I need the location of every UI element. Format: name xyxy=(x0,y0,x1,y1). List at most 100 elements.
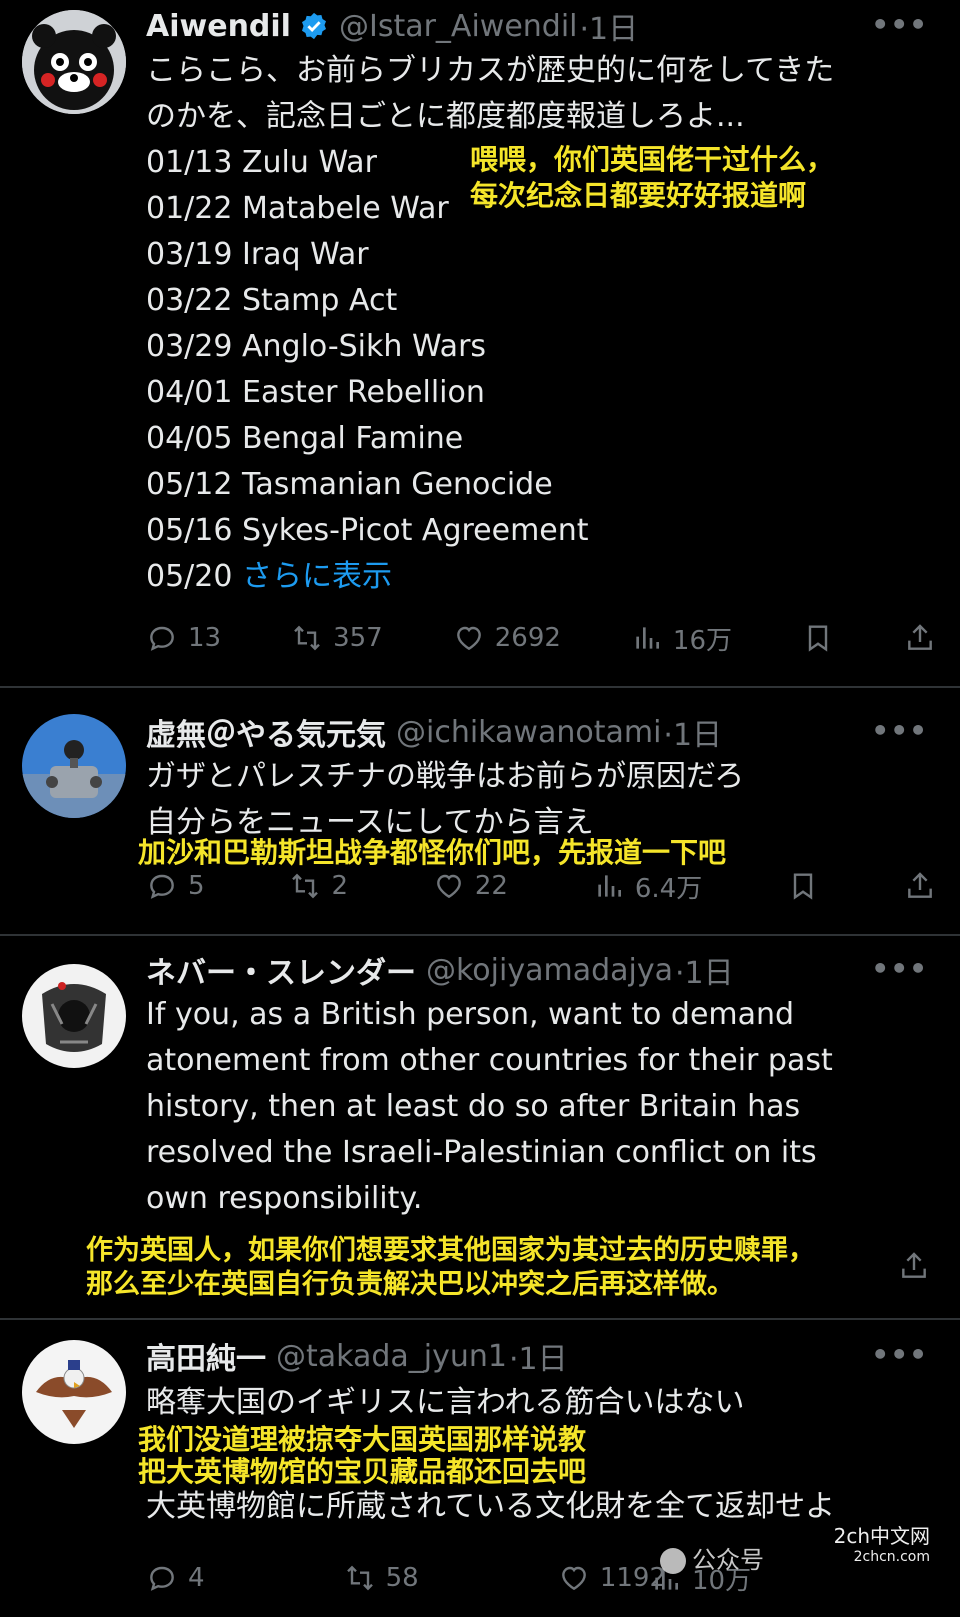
tweet-header: Aiwendil @Istar_Aiwendil ·1日 xyxy=(146,4,638,48)
tweet-body: ガザとパレスチナの戦争はお前らが原因だろ 自分らをニュースにしてから言え xyxy=(146,754,744,846)
body-line: 04/05 Bengal Famine xyxy=(146,421,464,456)
retweet-count: 357 xyxy=(333,623,383,653)
timestamp[interactable]: ·1日 xyxy=(580,4,639,48)
badge-line-1: 2ch中文网 xyxy=(833,1524,930,1548)
retweet-button[interactable]: 357 xyxy=(291,622,383,654)
body-line: atonement from other countries for their… xyxy=(146,1043,833,1078)
avatar-takada-jyun1[interactable] xyxy=(22,1340,126,1444)
share-icon xyxy=(902,1252,926,1278)
retweet-icon xyxy=(292,873,319,899)
badge-line-2: 2chcn.com xyxy=(853,1549,930,1565)
wechat-watermark: 公众号 xyxy=(660,1540,764,1575)
display-name[interactable]: ネバー・スレンダー xyxy=(146,948,416,992)
retweet-button[interactable]: 2 xyxy=(289,870,348,902)
retweet-icon xyxy=(346,1565,373,1591)
action-bar: 13 357 2692 16万 xyxy=(146,616,936,660)
reply-icon xyxy=(150,1566,174,1591)
subtitle-translation: 喂喂，你们英国佬干过什么， 每次纪念日都要好好报道啊 xyxy=(470,142,834,214)
site-watermark-badge: 2ch中文网 2chcn.com xyxy=(780,1520,930,1576)
body-line: 05/12 Tasmanian Genocide xyxy=(146,467,553,502)
retweet-count: 2 xyxy=(331,871,348,901)
timestamp[interactable]: ·1日 xyxy=(675,948,734,992)
more-icon[interactable]: ••• xyxy=(871,714,928,747)
more-icon[interactable]: ••• xyxy=(871,952,928,985)
watermark-text: 公众号 xyxy=(692,1546,764,1574)
retweet-icon xyxy=(294,625,320,651)
views-button[interactable]: 16万 xyxy=(631,620,732,657)
avatar-aiwendil[interactable] xyxy=(22,10,126,114)
handle[interactable]: @Istar_Aiwendil xyxy=(339,9,578,44)
tweet-divider xyxy=(0,1318,960,1320)
reply-count: 4 xyxy=(188,1563,205,1593)
tweet-body-line-2: 大英博物館に所蔵されている文化財を全て返却せよ xyxy=(146,1489,836,1524)
handle[interactable]: @kojiyamadajya xyxy=(426,953,673,988)
body-line: 03/29 Anglo-Sikh Wars xyxy=(146,329,487,364)
timestamp[interactable]: ·1日 xyxy=(509,1334,568,1378)
tweet-body-line-1: 略奪大国のイギリスに言われる筋合いはない xyxy=(146,1385,745,1420)
handle[interactable]: @ichikawanotami xyxy=(396,715,661,750)
body-line: こらこら、お前らブリカスが歴史的に何をしてきた xyxy=(146,53,835,88)
share-button[interactable] xyxy=(898,1250,930,1282)
bookmark-icon xyxy=(793,873,813,900)
more-icon[interactable]: ••• xyxy=(871,1338,928,1371)
tweet-body: If you, as a British person, want to dem… xyxy=(146,992,833,1222)
views-count: 16万 xyxy=(672,625,732,656)
bookmark-icon xyxy=(808,625,828,652)
share-button[interactable] xyxy=(904,870,936,902)
reply-button[interactable]: 5 xyxy=(146,870,205,902)
subtitle-line: 喂喂，你们英国佬干过什么， xyxy=(470,143,835,176)
more-icon[interactable]: ••• xyxy=(871,8,928,41)
tweet-header: 虚無＠やる気元気 @ichikawanotami ·1日 xyxy=(146,710,722,754)
like-icon xyxy=(437,874,461,899)
body-line: 03/22 Stamp Act xyxy=(146,283,398,318)
share-button[interactable] xyxy=(904,622,936,654)
body-line: のかを、記念日ごとに都度都度報道しろよ... xyxy=(146,99,745,134)
body-line: 03/19 Iraq War xyxy=(146,237,369,272)
reply-count: 13 xyxy=(188,623,222,653)
avatar-ichikawanotami[interactable] xyxy=(22,714,126,818)
action-bar: 4 58 1192 xyxy=(146,1556,666,1600)
display-name[interactable]: Aiwendil xyxy=(146,9,291,44)
bookmark-button[interactable] xyxy=(802,622,834,654)
tweet-divider xyxy=(0,686,960,688)
share-icon xyxy=(908,624,932,650)
reply-icon xyxy=(150,874,174,899)
eagle-avatar-image xyxy=(22,1340,126,1444)
tweet-header: ネバー・スレンダー @kojiyamadajya ·1日 xyxy=(146,948,734,992)
kumamon-avatar-image xyxy=(22,10,126,114)
like-icon xyxy=(561,1566,586,1591)
reply-button[interactable]: 4 xyxy=(146,1562,205,1594)
share-icon xyxy=(908,872,932,898)
subtitle-line: 每次纪念日都要好好报道啊 xyxy=(470,179,807,212)
action-bar: 5 2 22 6.4万 xyxy=(146,864,936,908)
like-count: 2692 xyxy=(494,623,561,653)
wechat-logo-icon xyxy=(660,1548,686,1574)
subtitle-translation: 我们没道理被掠夺大国英国那样说教 把大英博物馆的宝贝藏品都还回去吧 xyxy=(138,1424,586,1488)
show-more-link[interactable]: さらに表示 xyxy=(242,559,392,594)
retweet-button[interactable]: 58 xyxy=(344,1562,419,1594)
body-line: If you, as a British person, want to dem… xyxy=(146,997,795,1032)
timestamp[interactable]: ·1日 xyxy=(663,710,722,754)
last-line-prefix: 05/20 xyxy=(146,559,242,594)
subtitle-line: 那么至少在英国自行负责解决巴以冲突之后再这样做。 xyxy=(86,1269,734,1300)
like-button[interactable]: 2692 xyxy=(453,622,561,654)
like-button[interactable]: 22 xyxy=(433,870,508,902)
display-name[interactable]: 高田純一 xyxy=(146,1334,266,1378)
display-name[interactable]: 虚無＠やる気元気 xyxy=(146,710,386,754)
body-line: own responsibility. xyxy=(146,1181,423,1216)
views-button[interactable]: 6.4万 xyxy=(593,868,702,905)
sketch-avatar-image xyxy=(22,964,126,1068)
tweet-header: 高田純一 @takada_jyun1 ·1日 xyxy=(146,1334,568,1378)
body-line: 05/16 Sykes-Picot Agreement xyxy=(146,513,589,548)
robot-statue-avatar-image xyxy=(22,714,126,818)
body-line: ガザとパレスチナの戦争はお前らが原因だろ xyxy=(146,759,745,794)
retweet-count: 58 xyxy=(385,1563,419,1593)
bookmark-button[interactable] xyxy=(787,870,819,902)
reply-button[interactable]: 13 xyxy=(146,622,221,654)
views-icon xyxy=(636,627,659,649)
reply-icon xyxy=(150,626,174,651)
body-line-last: 05/20 さらに表示 xyxy=(146,554,834,600)
tweet-body: こらこら、お前らブリカスが歴史的に何をしてきた のかを、記念日ごとに都度都度報道… xyxy=(146,48,834,600)
handle[interactable]: @takada_jyun1 xyxy=(276,1339,507,1374)
avatar-kojiyamadajya[interactable] xyxy=(22,964,126,1068)
